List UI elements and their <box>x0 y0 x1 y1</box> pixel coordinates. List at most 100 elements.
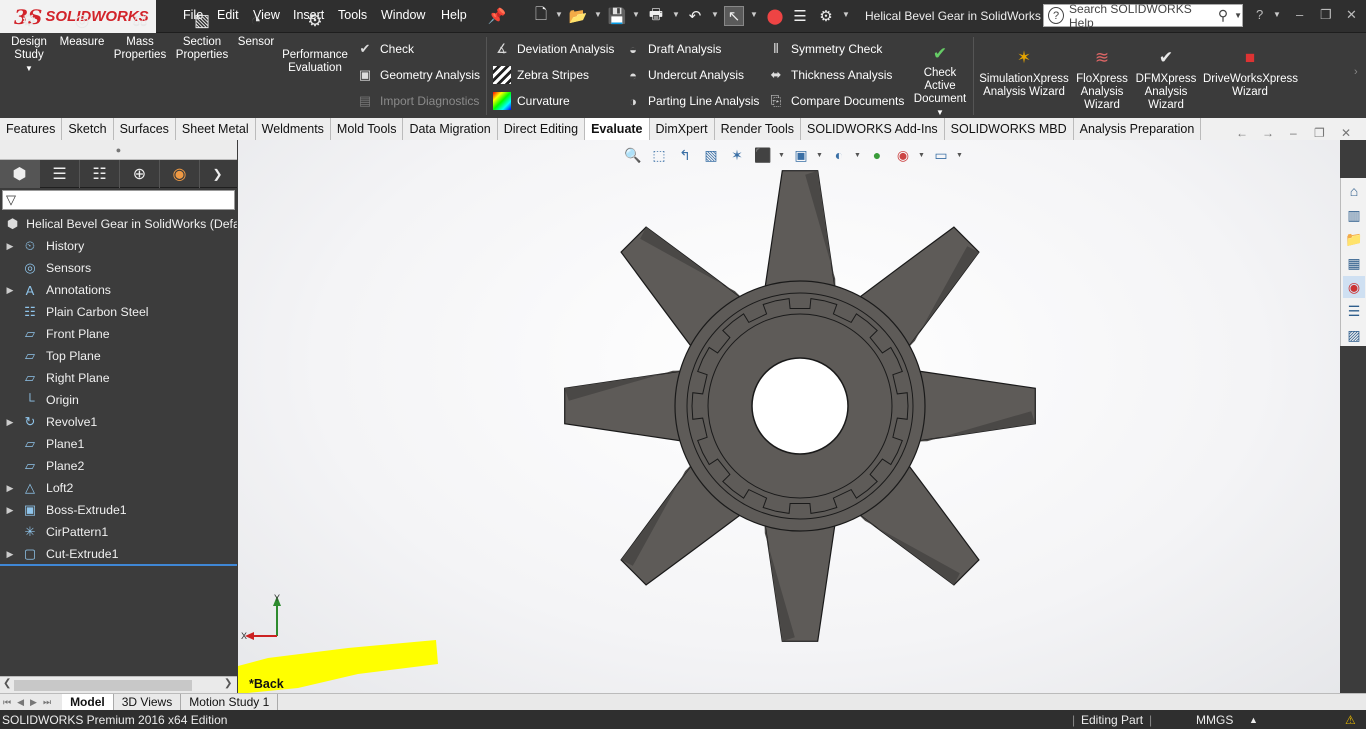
check-button[interactable]: ✔ Check <box>356 39 414 59</box>
undo-dropdown-caret[interactable]: ▼ <box>711 10 719 19</box>
mass-properties-button[interactable]: ⚖ Mass Properties <box>112 10 168 62</box>
select-cursor-icon[interactable]: ↖ <box>724 6 744 26</box>
apply-scene-caret[interactable]: ▼ <box>918 152 926 159</box>
tab-solidworks-add-ins[interactable]: SOLIDWORKS Add-Ins <box>801 118 945 140</box>
tab-surfaces[interactable]: Surfaces <box>113 118 176 140</box>
search-icon[interactable]: ⚲ <box>1218 7 1228 24</box>
geometry-analysis-button[interactable]: ▣ Geometry Analysis <box>356 65 480 85</box>
open-icon[interactable]: 📂 <box>568 6 588 26</box>
close-icon[interactable]: ✕ <box>1346 7 1357 23</box>
tree-item-history[interactable]: ▶ ⏲ History <box>0 235 237 257</box>
tab-model[interactable]: Model <box>62 694 114 710</box>
prev-tab-icon[interactable]: ◀ <box>14 697 27 708</box>
print-dropdown-caret[interactable]: ▼ <box>672 10 680 19</box>
tree-item-plain-carbon-steel[interactable]: ☷ Plain Carbon Steel <box>0 301 237 323</box>
measure-button[interactable]: ◎ Measure <box>58 10 106 49</box>
tab-solidworks-mbd[interactable]: SOLIDWORKS MBD <box>944 118 1074 140</box>
rebuild-traffic-light-icon[interactable]: ⬤ <box>765 6 785 26</box>
custom-properties-icon[interactable]: ☰ <box>1343 300 1365 322</box>
dfmxpress-button[interactable]: ✔ DFMXpress Analysis Wizard <box>1135 47 1197 112</box>
expand-arrow-icon[interactable]: ▶ <box>0 285 20 296</box>
dynamic-annotation-icon[interactable]: ✶ <box>726 145 748 165</box>
last-tab-icon[interactable]: ⏭ <box>40 697 54 708</box>
new-document-icon[interactable]: 🗋 <box>531 6 551 26</box>
options-gear-icon[interactable]: ⚙ <box>816 6 836 26</box>
tree-horizontal-scrollbar[interactable]: ❮ ❯ <box>0 676 237 693</box>
scroll-left-icon[interactable]: ❮ <box>3 678 11 689</box>
edit-appearance-icon[interactable]: ● <box>866 145 888 165</box>
simulationxpress-button[interactable]: ✶ SimulationXpress Analysis Wizard <box>978 47 1070 99</box>
expand-arrow-icon[interactable]: ▶ <box>0 483 20 494</box>
file-properties-icon[interactable]: ☰ <box>790 6 810 26</box>
open-dropdown-caret[interactable]: ▼ <box>594 10 602 19</box>
tab-analysis-preparation[interactable]: Analysis Preparation <box>1073 118 1202 140</box>
file-explorer-icon[interactable]: 📁 <box>1343 228 1365 250</box>
ribbon-scroll-right-icon[interactable]: › <box>1354 66 1358 78</box>
tree-item-cut-extrude1[interactable]: ▶ ▢ Cut-Extrude1 <box>0 543 237 565</box>
next-tab-icon[interactable]: ▶ <box>27 697 40 708</box>
driveworksxpress-button[interactable]: ■ DriveWorksXpress Wizard <box>1203 47 1298 99</box>
tab-render-tools[interactable]: Render Tools <box>714 118 802 140</box>
tree-item-plane1[interactable]: ▱ Plane1 <box>0 433 237 455</box>
menu-help[interactable]: Help <box>441 8 467 22</box>
draft-analysis-button[interactable]: ◒ Draft Analysis <box>624 39 721 59</box>
pane-grip[interactable]: ● <box>0 140 237 160</box>
previous-view-icon[interactable]: ↰ <box>674 145 696 165</box>
minimize-icon[interactable]: – <box>1296 7 1303 22</box>
first-tab-icon[interactable]: ⏮ <box>0 697 14 708</box>
menu-window[interactable]: Window <box>381 8 425 22</box>
help-question-button-icon[interactable]: ? <box>1256 7 1263 22</box>
sensor-button[interactable]: ◔ Sensor <box>234 10 278 49</box>
view-orientation-caret[interactable]: ▼ <box>778 152 786 159</box>
display-style-icon[interactable]: ▣ <box>790 145 812 165</box>
tree-filter-box[interactable]: ▽ <box>2 190 235 210</box>
hide-show-caret[interactable]: ▼ <box>854 152 862 159</box>
help-search-box[interactable]: ? Search SOLIDWORKS Help ⚲ ▼ <box>1043 2 1243 30</box>
expand-arrow-icon[interactable]: ▶ <box>0 417 20 428</box>
tab-dimxpert[interactable]: DimXpert <box>649 118 715 140</box>
tab-mold-tools[interactable]: Mold Tools <box>330 118 404 140</box>
tab-data-migration[interactable]: Data Migration <box>403 118 498 140</box>
scroll-thumb[interactable] <box>14 680 192 691</box>
tree-item-boss-extrude1[interactable]: ▶ ▣ Boss-Extrude1 <box>0 499 237 521</box>
zoom-to-fit-icon[interactable]: 🔍 <box>622 145 644 165</box>
save-dropdown-caret[interactable]: ▼ <box>632 10 640 19</box>
restore-icon[interactable]: ❐ <box>1320 7 1332 23</box>
viewport-close-icon[interactable]: ✕ <box>1341 126 1351 140</box>
tab-sketch[interactable]: Sketch <box>62 118 114 140</box>
section-properties-button[interactable]: ▧ Section Properties <box>174 10 230 62</box>
expand-arrow-icon[interactable]: ▶ <box>0 505 20 516</box>
deviation-analysis-button[interactable]: ∡ Deviation Analysis <box>493 39 614 59</box>
viewport-tile-left-icon[interactable]: ← <box>1236 126 1248 140</box>
forum-icon[interactable]: ▨ <box>1343 324 1365 346</box>
options-dropdown-caret[interactable]: ▼ <box>842 10 850 19</box>
featuremanager-tree-icon[interactable]: ⬢ <box>0 160 40 188</box>
view-orientation-icon[interactable]: ⬛ <box>752 145 774 165</box>
parting-line-analysis-button[interactable]: ◑ Parting Line Analysis <box>624 91 759 111</box>
dimxpertmanager-icon[interactable]: ⊕ <box>120 160 160 188</box>
new-dropdown-caret[interactable]: ▼ <box>555 10 563 19</box>
pin-icon[interactable]: 📌 <box>487 6 507 26</box>
check-active-document-button[interactable]: ✔ Check Active Document ▼ <box>911 43 969 119</box>
design-library-icon[interactable]: ▥ <box>1343 204 1365 226</box>
tree-item-sensors[interactable]: ◎ Sensors <box>0 257 237 279</box>
scroll-right-icon[interactable]: ❯ <box>224 678 232 689</box>
tree-item-loft2[interactable]: ▶ △ Loft2 <box>0 477 237 499</box>
select-dropdown-caret[interactable]: ▼ <box>750 10 758 19</box>
tab-3d-views[interactable]: 3D Views <box>114 694 182 710</box>
gear-model[interactable] <box>560 167 1040 645</box>
design-study-button[interactable]: ⚙ Design Study ▼ <box>8 10 50 75</box>
undercut-analysis-button[interactable]: ◓ Undercut Analysis <box>624 65 744 85</box>
tree-item-annotations[interactable]: ▶ A Annotations <box>0 279 237 301</box>
expand-arrow-icon[interactable]: ▶ <box>0 241 20 252</box>
save-icon[interactable]: 💾 <box>607 6 627 26</box>
viewport-tile-right-icon[interactable]: → <box>1262 126 1274 140</box>
zoom-to-area-icon[interactable]: ⬚ <box>648 145 670 165</box>
zebra-stripes-button[interactable]: Zebra Stripes <box>493 65 589 85</box>
curvature-button[interactable]: Curvature <box>493 91 570 111</box>
symmetry-check-button[interactable]: ⫴ Symmetry Check <box>767 39 882 59</box>
manager-tabs-scroll-icon[interactable]: ❯ <box>200 160 235 188</box>
units-caret-icon[interactable]: ▲ <box>1249 715 1258 725</box>
apply-scene-icon[interactable]: ◉ <box>892 145 914 165</box>
expand-arrow-icon[interactable]: ▶ <box>0 549 20 560</box>
